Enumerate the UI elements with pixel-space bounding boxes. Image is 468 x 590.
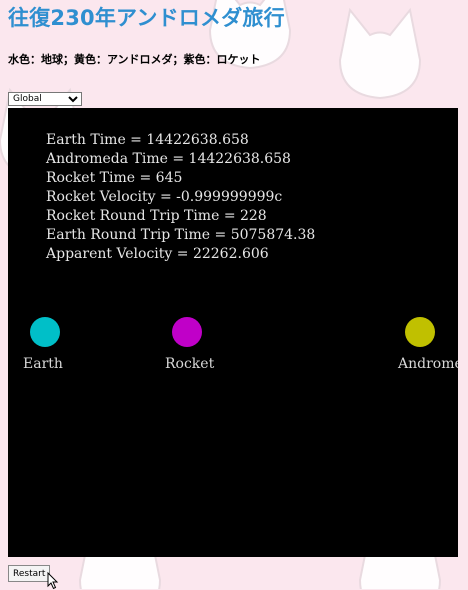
- earth-time-readout: Earth Time = 14422638.658: [46, 132, 249, 148]
- simulation-canvas: Earth Time = 14422638.658 Andromeda Time…: [8, 108, 458, 557]
- color-legend: 水色：地球；黄色：アンドロメダ；紫色：ロケット: [8, 53, 261, 66]
- rocket-round-trip-readout: Rocket Round Trip Time = 228: [46, 208, 267, 224]
- rocket-velocity-readout: Rocket Velocity = -0.999999999c: [46, 189, 283, 205]
- andromeda-label: Andromeda: [398, 356, 458, 372]
- rocket-marker: [172, 317, 202, 347]
- rocket-label: Rocket: [165, 356, 215, 372]
- andromeda-time-readout: Andromeda Time = 14422638.658: [46, 151, 291, 167]
- earth-marker: [30, 317, 60, 347]
- reference-frame-select[interactable]: Global: [8, 92, 82, 106]
- earth-label: Earth: [23, 356, 63, 372]
- andromeda-marker: [405, 317, 435, 347]
- rocket-time-readout: Rocket Time = 645: [46, 170, 183, 186]
- restart-button[interactable]: Restart: [8, 565, 51, 582]
- earth-round-trip-readout: Earth Round Trip Time = 5075874.38: [46, 227, 316, 243]
- page-title: 往復230年アンドロメダ旅行: [8, 6, 285, 30]
- apparent-velocity-readout: Apparent Velocity = 22262.606: [46, 246, 269, 262]
- readout-panel: Earth Time = 14422638.658 Andromeda Time…: [46, 131, 315, 264]
- mouse-pointer-icon: [47, 572, 59, 590]
